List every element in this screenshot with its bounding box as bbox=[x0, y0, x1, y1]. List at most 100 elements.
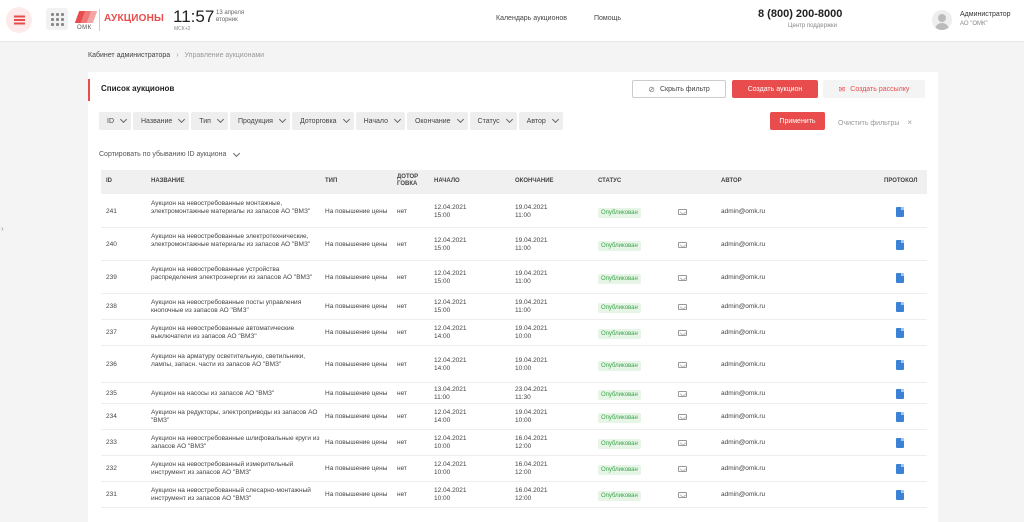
envelope-icon[interactable] bbox=[678, 304, 687, 310]
filter-chip[interactable]: Начало bbox=[355, 112, 405, 130]
document-icon[interactable] bbox=[896, 412, 904, 422]
filter-chip[interactable]: Название bbox=[133, 112, 190, 130]
cell-id: 231 bbox=[106, 491, 117, 498]
col-name[interactable]: НАЗВАНИЕ bbox=[151, 178, 184, 185]
filter-chip[interactable]: Окончание bbox=[406, 112, 468, 130]
cell-start: 12.04.2021 10:00 bbox=[434, 487, 467, 502]
envelope-icon[interactable] bbox=[678, 361, 687, 368]
cell-name[interactable]: Аукцион на невостребованные электротехни… bbox=[151, 233, 321, 249]
filter-bar: ID Название Тип Продукция Доторговка Начало Ок… bbox=[99, 112, 563, 130]
nav-auction-calendar[interactable]: Календарь аукционов bbox=[496, 15, 567, 22]
table-header: ID НАЗВАНИЕ ТИП ДОТОР ГОВКА НАЧАЛО ОКОНЧА… bbox=[101, 170, 927, 194]
table-row[interactable]: 232 Аукцион на невостребованный измерител… bbox=[101, 456, 927, 482]
envelope-icon[interactable] bbox=[678, 492, 687, 498]
cell-name[interactable]: Аукцион на невостребованные устройства р… bbox=[151, 266, 321, 282]
cell-start: 12.04.2021 15:00 bbox=[434, 299, 467, 314]
col-start[interactable]: НАЧАЛО bbox=[434, 178, 460, 185]
envelope-icon[interactable] bbox=[678, 330, 687, 336]
cell-id: 232 bbox=[106, 465, 117, 472]
document-icon[interactable] bbox=[896, 239, 904, 250]
cell-name[interactable]: Аукцион на невостребованные монтажные, э… bbox=[151, 200, 321, 216]
chevron-down-icon bbox=[393, 115, 402, 124]
document-icon[interactable] bbox=[896, 438, 904, 448]
envelope-icon[interactable] bbox=[678, 414, 687, 420]
create-auction-button[interactable]: Создать аукцион bbox=[732, 80, 818, 98]
nav-help[interactable]: Помощь bbox=[594, 15, 621, 22]
create-mailing-button[interactable]: ✉ Создать рассылку bbox=[823, 80, 925, 98]
table-row[interactable]: 240 Аукцион на невостребованные электроте… bbox=[101, 228, 927, 261]
filter-chip[interactable]: Автор bbox=[518, 112, 563, 130]
document-icon[interactable] bbox=[896, 359, 904, 370]
document-icon[interactable] bbox=[896, 328, 904, 338]
envelope-icon[interactable] bbox=[678, 440, 687, 446]
cell-name[interactable]: Аукцион на невостребованные посты управл… bbox=[151, 299, 321, 315]
auctions-card: Список аукционов ⊘ Скрыть фильтр Создать … bbox=[88, 72, 938, 522]
document-icon[interactable] bbox=[896, 302, 904, 312]
apps-grid-icon[interactable] bbox=[46, 8, 68, 30]
filter-chip[interactable]: Продукция bbox=[229, 112, 290, 130]
document-icon[interactable] bbox=[896, 464, 904, 474]
support-caption: Центр поддержки bbox=[788, 23, 837, 29]
cell-start: 13.04.2021 11:00 bbox=[434, 385, 467, 401]
filter-chip[interactable]: ID bbox=[99, 112, 131, 130]
omk-logo-icon bbox=[74, 11, 98, 23]
cell-type: На повышение цены bbox=[325, 207, 388, 215]
cell-dotorgovka: нет bbox=[397, 303, 407, 310]
cell-name[interactable]: Аукцион на невостребованные шлифовальные… bbox=[151, 435, 321, 451]
document-icon[interactable] bbox=[896, 272, 904, 283]
document-icon[interactable] bbox=[896, 206, 904, 217]
app-title[interactable]: АУКЦИОНЫ bbox=[104, 13, 164, 24]
cell-dotorgovka: нет bbox=[397, 329, 407, 336]
user-name[interactable]: Администратор bbox=[960, 11, 1011, 18]
breadcrumb-root[interactable]: Кабинет администратора bbox=[88, 52, 170, 59]
envelope-icon[interactable] bbox=[678, 208, 687, 215]
clear-filters-button[interactable]: Очистить фильтры × bbox=[838, 118, 912, 127]
table-row[interactable]: 234 Аукцион на редукторы, электроприводы … bbox=[101, 404, 927, 430]
envelope-icon[interactable] bbox=[678, 466, 687, 472]
envelope-icon[interactable] bbox=[678, 241, 687, 248]
table-row[interactable]: 233 Аукцион на невостребованные шлифоваль… bbox=[101, 430, 927, 456]
table-row[interactable]: 237 Аукцион на невостребованные автоматич… bbox=[101, 320, 927, 346]
cell-end: 19.04.2021 10:00 bbox=[515, 356, 548, 372]
table-row[interactable]: 241 Аукцион на невостребованные монтажные… bbox=[101, 195, 927, 228]
cell-start: 12.04.2021 14:00 bbox=[434, 356, 467, 372]
filter-chip[interactable]: Статус bbox=[469, 112, 517, 130]
col-dotorgovka[interactable]: ДОТОР ГОВКА bbox=[397, 174, 418, 188]
cell-end: 19.04.2021 11:00 bbox=[515, 203, 548, 219]
table-row[interactable]: 231 Аукцион на невостребованный слесарно-… bbox=[101, 482, 927, 508]
document-icon[interactable] bbox=[896, 388, 904, 399]
status-badge: Опубликован bbox=[598, 273, 641, 284]
cell-name[interactable]: Аукцион на редукторы, электроприводы из … bbox=[151, 409, 321, 425]
document-icon[interactable] bbox=[896, 490, 904, 500]
cell-name[interactable]: Аукцион на невостребованный слесарно-мон… bbox=[151, 487, 321, 503]
col-type[interactable]: ТИП bbox=[325, 178, 337, 185]
chevron-down-icon bbox=[233, 149, 241, 158]
cell-name[interactable]: Аукцион на арматуру осветительную, свети… bbox=[151, 353, 321, 369]
col-author[interactable]: АВТОР bbox=[721, 178, 742, 185]
table-row[interactable]: 235 Аукцион на насосы из запасов АО "ВМЗ"… bbox=[101, 383, 927, 404]
apply-filters-button[interactable]: Применить bbox=[770, 112, 825, 130]
hide-filter-button[interactable]: ⊘ Скрыть фильтр bbox=[632, 80, 726, 98]
col-protocol[interactable]: ПРОТОКОЛ bbox=[884, 178, 917, 185]
cell-name[interactable]: Аукцион на насосы из запасов АО "ВМЗ" bbox=[151, 390, 321, 398]
sort-select[interactable]: Сортировать по убыванию ID аукциона bbox=[99, 149, 241, 158]
cell-name[interactable]: Аукцион на невостребованный измерительны… bbox=[151, 461, 321, 477]
col-id[interactable]: ID bbox=[106, 178, 112, 185]
cell-dotorgovka: нет bbox=[397, 465, 407, 472]
filter-chip-label: Тип bbox=[199, 117, 211, 125]
col-status[interactable]: СТАТУС bbox=[598, 178, 621, 185]
cell-author: admin@omk.ru bbox=[721, 273, 766, 281]
envelope-icon[interactable] bbox=[678, 390, 687, 397]
envelope-icon[interactable] bbox=[678, 274, 687, 281]
page-title: Список аукционов bbox=[101, 84, 175, 93]
col-end[interactable]: ОКОНЧАНИЕ bbox=[515, 178, 554, 185]
support-phone[interactable]: 8 (800) 200-8000 bbox=[758, 8, 842, 20]
user-avatar-icon[interactable] bbox=[932, 10, 952, 30]
table-row[interactable]: 238 Аукцион на невостребованные посты упр… bbox=[101, 294, 927, 320]
filter-chip[interactable]: Тип bbox=[191, 112, 228, 130]
table-row[interactable]: 239 Аукцион на невостребованные устройств… bbox=[101, 261, 927, 294]
cell-name[interactable]: Аукцион на невостребованные автоматическ… bbox=[151, 325, 321, 341]
filter-chip[interactable]: Доторговка bbox=[291, 112, 354, 130]
menu-icon[interactable] bbox=[6, 7, 32, 33]
table-row[interactable]: 236 Аукцион на арматуру осветительную, св… bbox=[101, 346, 927, 383]
